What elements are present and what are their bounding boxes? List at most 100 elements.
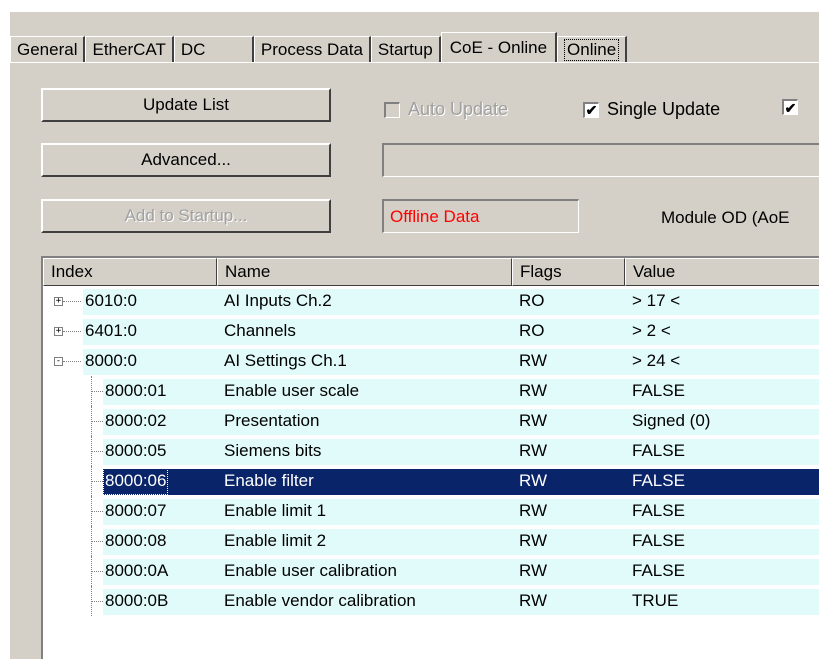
cell-flags: RW [519, 501, 548, 520]
table-row[interactable]: 8000:0A Enable user calibration RW FALSE [43, 556, 819, 586]
cell-value: FALSE [632, 561, 685, 580]
row-highlight [103, 589, 819, 615]
single-update-box: ✔ [583, 101, 599, 118]
cell-name: Siemens bits [224, 441, 322, 460]
cell-name: Enable vendor calibration [224, 591, 416, 610]
advanced-button[interactable]: Advanced... [41, 143, 331, 177]
cell-name: Enable limit 2 [224, 531, 327, 550]
table-row[interactable]: - 8000:0 AI Settings Ch.1 RW > 24 < [43, 346, 819, 376]
single-update-checkbox[interactable]: ✔ Single Update [583, 99, 720, 120]
cell-name: Enable user scale [224, 381, 360, 400]
column-header-label: Flags [520, 262, 562, 281]
cell-index: 6010:0 [85, 291, 137, 310]
cell-flags: RW [519, 591, 548, 610]
column-header-value[interactable]: Value [625, 258, 819, 286]
collapse-icon[interactable]: - [54, 357, 63, 366]
cell-index: 8000:0 [85, 351, 137, 370]
list-header: Index Name Flags Value [43, 258, 819, 286]
table-row[interactable]: 8000:0B Enable vendor calibration RW TRUE [43, 586, 819, 616]
cell-index: 8000:0B [105, 591, 169, 610]
cell-flags: RW [519, 411, 548, 430]
tab-label: CoE - Online [449, 37, 548, 57]
cell-name: Enable user calibration [224, 561, 397, 580]
update-list-label: Update List [143, 95, 229, 114]
row-highlight [83, 349, 819, 375]
third-checkbox-box: ✔ [782, 99, 798, 115]
expand-icon[interactable]: + [54, 297, 63, 306]
tab-online[interactable]: Online [557, 36, 628, 62]
auto-update-label: Auto Update [408, 99, 509, 119]
tab-strip: General EtherCAT DC Process Data Startup… [10, 32, 628, 62]
tab-label: EtherCAT [92, 39, 166, 59]
module-od-label: Module OD (AoE [661, 208, 790, 227]
table-row[interactable]: 8000:07 Enable limit 1 RW FALSE [43, 496, 819, 526]
cell-name: Presentation [224, 411, 320, 430]
tab-label: Online [564, 38, 620, 61]
table-row[interactable]: 8000:02 Presentation RW Signed (0) [43, 406, 819, 436]
tab-dc[interactable]: DC [173, 36, 254, 62]
cell-index: 8000:02 [105, 411, 167, 430]
cell-value: > 24 < [632, 351, 681, 370]
column-header-flags[interactable]: Flags [512, 258, 625, 286]
table-row[interactable]: 8000:06 Enable filter RW FALSE [43, 466, 819, 496]
tab-startup[interactable]: Startup [370, 36, 441, 62]
tab-label: Startup [377, 39, 433, 59]
coe-object-list[interactable]: Index Name Flags Value +6010:0 AI Inputs … [41, 256, 819, 659]
cell-value: > 2 < [632, 321, 671, 340]
expand-icon[interactable]: + [54, 327, 63, 336]
row-highlight [103, 409, 819, 435]
row-highlight [83, 289, 819, 315]
row-highlight [103, 379, 819, 405]
cell-flags: RW [519, 381, 548, 400]
coe-online-panel: General EtherCAT DC Process Data Startup… [10, 12, 819, 659]
cell-index: 8000:05 [105, 441, 167, 460]
cell-index: 6401:0 [85, 321, 137, 340]
cell-name: AI Settings Ch.1 [224, 351, 347, 370]
tree-connector [63, 361, 81, 362]
tab-label: DC [180, 39, 206, 59]
column-header-name[interactable]: Name [217, 258, 512, 286]
single-update-label: Single Update [607, 99, 721, 119]
cell-flags: RW [519, 351, 548, 370]
cell-flags: RW [519, 531, 548, 550]
row-highlight [103, 529, 819, 555]
column-header-label: Index [51, 262, 93, 281]
cell-flags: RW [519, 561, 548, 580]
cell-value: FALSE [632, 531, 685, 550]
cell-name: Enable filter [224, 471, 314, 490]
table-row[interactable]: +6010:0 AI Inputs Ch.2 RO > 17 < [43, 286, 819, 316]
auto-update-checkbox[interactable]: Auto Update [384, 99, 508, 120]
cell-value: Signed (0) [632, 411, 711, 430]
cell-flags: RW [519, 471, 548, 490]
auto-update-box [384, 101, 400, 118]
column-header-label: Name [225, 262, 271, 281]
tab-process-data[interactable]: Process Data [253, 36, 371, 62]
cell-value: FALSE [632, 441, 685, 460]
table-row[interactable]: 8000:05 Siemens bits RW FALSE [43, 436, 819, 466]
cell-name: AI Inputs Ch.2 [224, 291, 332, 310]
table-row[interactable]: 8000:01 Enable user scale RW FALSE [43, 376, 819, 406]
tab-general[interactable]: General [10, 36, 86, 62]
cell-flags: RO [519, 291, 545, 310]
table-row[interactable]: 8000:08 Enable limit 2 RW FALSE [43, 526, 819, 556]
tab-label: Process Data [260, 39, 363, 59]
cell-flags: RW [519, 441, 548, 460]
cell-index: 8000:01 [105, 381, 167, 400]
cell-value: FALSE [632, 471, 685, 490]
cell-value: TRUE [632, 591, 679, 610]
third-checkbox[interactable]: ✔ [782, 99, 806, 115]
column-header-label: Value [633, 262, 676, 281]
cell-value: > 17 < [632, 291, 681, 310]
tree-connector [63, 301, 81, 302]
update-list-button[interactable]: Update List [41, 88, 331, 122]
offline-data-indicator: Offline Data [382, 199, 579, 233]
cell-name: Channels [224, 321, 296, 340]
cell-index: 8000:07 [105, 501, 167, 520]
tab-ethercat[interactable]: EtherCAT [85, 36, 174, 62]
cell-index: 8000:06 [102, 466, 169, 496]
add-to-startup-button[interactable]: Add to Startup... [41, 199, 331, 233]
column-header-index[interactable]: Index [43, 258, 217, 286]
table-row[interactable]: +6401:0 Channels RO > 2 < [43, 316, 819, 346]
tab-coe-online[interactable]: CoE - Online [440, 32, 558, 62]
cell-index: 8000:08 [105, 531, 167, 550]
